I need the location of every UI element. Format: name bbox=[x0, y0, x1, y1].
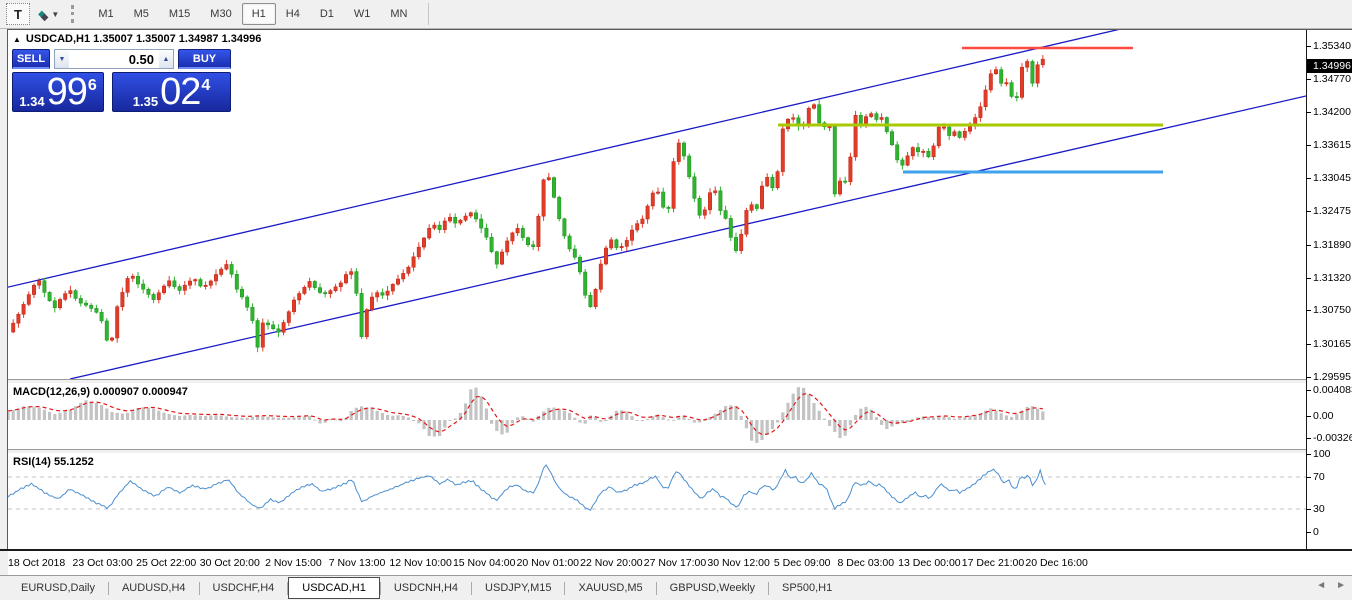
tab-scroll-arrows: ◄ ► bbox=[1316, 580, 1346, 591]
sell-price-main: 99 bbox=[47, 76, 87, 109]
sell-price-prefix: 1.34 bbox=[19, 94, 44, 109]
tab-usdcad-h1[interactable]: USDCAD,H1 bbox=[288, 577, 380, 599]
tab-xauusd-m5[interactable]: XAUUSD,M5 bbox=[565, 578, 655, 598]
chart-title: ▲ USDCAD,H1 1.35007 1.35007 1.34987 1.34… bbox=[13, 33, 261, 45]
timeframe-button-d1[interactable]: D1 bbox=[310, 3, 344, 25]
rsi-line bbox=[8, 465, 1045, 510]
timeframe-button-w1[interactable]: W1 bbox=[344, 3, 381, 25]
buy-price-main: 02 bbox=[160, 76, 200, 109]
tab-scroll-right-icon[interactable]: ► bbox=[1336, 580, 1346, 591]
buy-price-button[interactable]: 1.35 02 4 bbox=[112, 72, 231, 112]
tab-usdcnh-h4[interactable]: USDCNH,H4 bbox=[381, 578, 471, 598]
timeframe-buttons: M1M5M15M30H1H4D1W1MN bbox=[88, 3, 417, 25]
tab-usdchf-h4[interactable]: USDCHF,H4 bbox=[200, 578, 288, 598]
timeframe-button-h1[interactable]: H1 bbox=[242, 3, 276, 25]
toolbar-grip bbox=[71, 5, 80, 23]
buy-button[interactable]: BUY bbox=[178, 49, 231, 69]
tab-gbpusd-weekly[interactable]: GBPUSD,Weekly bbox=[657, 578, 768, 598]
sell-price-button[interactable]: 1.34 99 6 bbox=[12, 72, 104, 112]
tab-sp500-h1[interactable]: SP500,H1 bbox=[769, 578, 845, 598]
timeframe-button-m15[interactable]: M15 bbox=[159, 3, 200, 25]
sell-price-pip: 6 bbox=[88, 79, 97, 93]
buy-price-pip: 4 bbox=[201, 79, 210, 93]
toolbar-separator bbox=[428, 3, 429, 25]
indicator-icon-2: ◆ bbox=[41, 12, 49, 23]
tab-usdjpy-m15[interactable]: USDJPY,M15 bbox=[472, 578, 564, 598]
tab-scroll-left-icon[interactable]: ◄ bbox=[1316, 580, 1326, 591]
buy-price-prefix: 1.35 bbox=[133, 94, 158, 109]
timeframe-button-m30[interactable]: M30 bbox=[200, 3, 241, 25]
sell-button[interactable]: SELL bbox=[12, 49, 50, 69]
macd-label: MACD(12,26,9) 0.000907 0.000947 bbox=[13, 386, 188, 398]
volume-increase-button[interactable]: ▲ bbox=[159, 50, 173, 68]
timeframe-button-mn[interactable]: MN bbox=[380, 3, 417, 25]
text-label-tool-icon[interactable]: T bbox=[6, 3, 30, 25]
timeframe-button-m1[interactable]: M1 bbox=[88, 3, 123, 25]
one-click-trading-panel: SELL ▼ ▲ BUY 1.34 99 6 1.35 02 4 bbox=[12, 49, 231, 112]
rsi-plot bbox=[8, 465, 1306, 510]
timeframe-button-h4[interactable]: H4 bbox=[276, 3, 310, 25]
chevron-down-icon: ▼ bbox=[51, 10, 59, 19]
toolbar: T ◆◆ ▼ M1M5M15M30H1H4D1W1MN bbox=[0, 0, 1352, 29]
tab-eurusd-daily[interactable]: EURUSD,Daily bbox=[8, 578, 108, 598]
tab-audusd-h4[interactable]: AUDUSD,H4 bbox=[109, 578, 199, 598]
mt4-window: { "toolbar": { "text_tool": "T", "timefr… bbox=[0, 0, 1352, 600]
tabs: EURUSD,DailyAUDUSD,H4USDCHF,H4USDCAD,H1U… bbox=[8, 577, 845, 599]
volume-stepper: ▼ ▲ bbox=[54, 49, 174, 69]
collapse-objects-icon[interactable]: ▲ bbox=[13, 35, 21, 44]
volume-decrease-button[interactable]: ▼ bbox=[55, 50, 69, 68]
timeframe-button-m5[interactable]: M5 bbox=[124, 3, 159, 25]
indicator-tool-button[interactable]: ◆◆ ▼ bbox=[38, 6, 59, 23]
chart-title-text: USDCAD,H1 1.35007 1.35007 1.34987 1.3499… bbox=[26, 33, 261, 45]
rsi-label: RSI(14) 55.1252 bbox=[13, 456, 94, 468]
chart-tab-bar: EURUSD,DailyAUDUSD,H4USDCHF,H4USDCAD,H1U… bbox=[0, 576, 1352, 600]
volume-input[interactable] bbox=[69, 50, 159, 68]
current-price-badge: 1.34996 bbox=[1307, 59, 1352, 73]
